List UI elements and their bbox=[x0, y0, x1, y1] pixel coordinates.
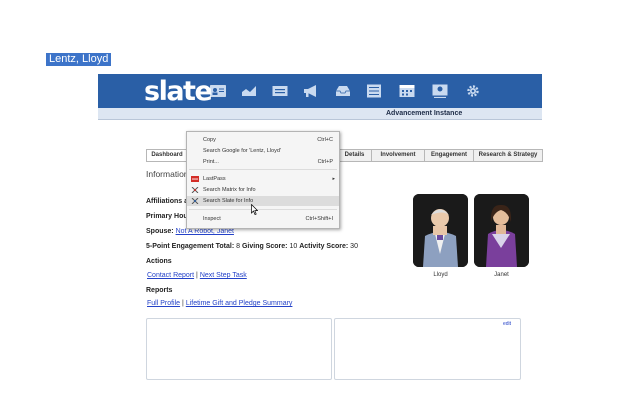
map-pin-icon[interactable] bbox=[432, 84, 448, 98]
activity-score-value: 30 bbox=[350, 243, 358, 250]
menu-item-shortcut: Ctrl+C bbox=[317, 137, 333, 143]
tab-engagement[interactable]: Engagement bbox=[424, 149, 474, 162]
menu-item-label: Print... bbox=[203, 159, 219, 165]
spouse-label: Spouse: bbox=[146, 228, 174, 235]
menu-item-shortcut: Ctrl+Shift+I bbox=[305, 216, 333, 222]
person-name-selected[interactable]: Lentz, Lloyd bbox=[46, 53, 112, 66]
menu-divider bbox=[189, 169, 337, 170]
affiliations-label: Affiliations a bbox=[146, 198, 189, 205]
photo-janet bbox=[474, 194, 529, 267]
lastpass-icon bbox=[191, 176, 199, 182]
reports-title: Reports bbox=[146, 287, 173, 294]
submenu-arrow-icon: ▸ bbox=[332, 176, 335, 182]
gift-pledge-summary-link[interactable]: Lifetime Gift and Pledge Summary bbox=[186, 300, 293, 307]
link-separator: | bbox=[182, 300, 184, 307]
engagement-total-label: 5-Point Engagement Total: bbox=[146, 243, 235, 250]
tab-details[interactable]: Details bbox=[337, 149, 372, 162]
activity-score-label: Activity Score: bbox=[299, 243, 349, 250]
menu-item-label: Search Matrix for Info bbox=[203, 187, 256, 193]
menu-item-label: Copy bbox=[203, 137, 216, 143]
menu-item-lastpass[interactable]: LastPass ▸ bbox=[187, 174, 339, 184]
id-card-icon[interactable] bbox=[272, 84, 288, 98]
inbox-icon[interactable] bbox=[335, 84, 351, 98]
dashboard-card-left bbox=[146, 318, 332, 380]
spouse-link[interactable]: Not A Robot, Janet bbox=[176, 228, 234, 235]
menu-item-search-matrix[interactable]: Search Matrix for Info bbox=[187, 185, 339, 195]
top-banner: slate bbox=[98, 74, 542, 108]
gear-icon[interactable] bbox=[465, 84, 481, 98]
list-icon[interactable] bbox=[366, 84, 382, 98]
menu-divider bbox=[189, 209, 337, 210]
actions-links: Contact Report | Next Step Task bbox=[147, 272, 247, 279]
menu-item-shortcut: Ctrl+P bbox=[317, 159, 333, 165]
context-menu: Copy Ctrl+C Search Google for 'Lentz, Ll… bbox=[186, 131, 340, 229]
spouse-line: Spouse: Not A Robot, Janet bbox=[146, 228, 234, 235]
tab-research-strategy[interactable]: Research & Strategy bbox=[473, 149, 543, 162]
chart-icon[interactable] bbox=[241, 84, 257, 98]
slate-extension-icon bbox=[191, 197, 199, 205]
giving-score-value: 10 bbox=[289, 243, 298, 250]
instance-bar: Advancement Instance bbox=[98, 108, 542, 120]
menu-item-copy[interactable]: Copy Ctrl+C bbox=[187, 135, 339, 145]
engagement-total-value: 8 bbox=[236, 243, 241, 250]
primary-household-label: Primary Hou bbox=[146, 213, 188, 220]
photo-caption-lloyd: Lloyd bbox=[433, 272, 448, 278]
megaphone-icon[interactable] bbox=[303, 84, 319, 98]
instance-name: Advancement Instance bbox=[386, 110, 463, 117]
menu-item-print[interactable]: Print... Ctrl+P bbox=[187, 157, 339, 167]
slate-logo[interactable]: slate bbox=[144, 76, 213, 108]
dashboard-card-right: edit bbox=[334, 318, 521, 380]
menu-item-inspect[interactable]: Inspect Ctrl+Shift+I bbox=[187, 214, 339, 224]
photo-lloyd bbox=[413, 194, 468, 267]
menu-item-label: LastPass bbox=[203, 176, 226, 182]
contact-report-link[interactable]: Contact Report bbox=[147, 272, 194, 279]
menu-item-label: Search Slate for Info bbox=[203, 198, 254, 204]
menu-item-search-slate[interactable]: Search Slate for Info bbox=[187, 196, 339, 206]
section-title-information: Information bbox=[146, 169, 189, 179]
giving-score-label: Giving Score: bbox=[241, 243, 288, 250]
link-separator: | bbox=[196, 272, 198, 279]
mouse-cursor-icon bbox=[251, 202, 259, 215]
menu-item-label: Inspect bbox=[203, 216, 221, 222]
scores-line: 5-Point Engagement Total: 8 Giving Score… bbox=[146, 243, 358, 250]
card-edit-link[interactable]: edit bbox=[503, 321, 511, 327]
menu-item-label: Search Google for 'Lentz, Lloyd' bbox=[203, 148, 281, 154]
matrix-extension-icon bbox=[191, 186, 199, 194]
menu-item-search-google[interactable]: Search Google for 'Lentz, Lloyd' bbox=[187, 146, 339, 156]
contact-card-icon[interactable] bbox=[210, 84, 226, 98]
photo-caption-janet: Janet bbox=[494, 272, 509, 278]
actions-title: Actions bbox=[146, 258, 172, 265]
tab-dashboard[interactable]: Dashboard bbox=[146, 149, 188, 162]
tab-involvement[interactable]: Involvement bbox=[371, 149, 425, 162]
calendar-icon[interactable] bbox=[399, 84, 415, 98]
full-profile-link[interactable]: Full Profile bbox=[147, 300, 180, 307]
reports-links: Full Profile | Lifetime Gift and Pledge … bbox=[147, 300, 292, 307]
next-step-task-link[interactable]: Next Step Task bbox=[200, 272, 247, 279]
